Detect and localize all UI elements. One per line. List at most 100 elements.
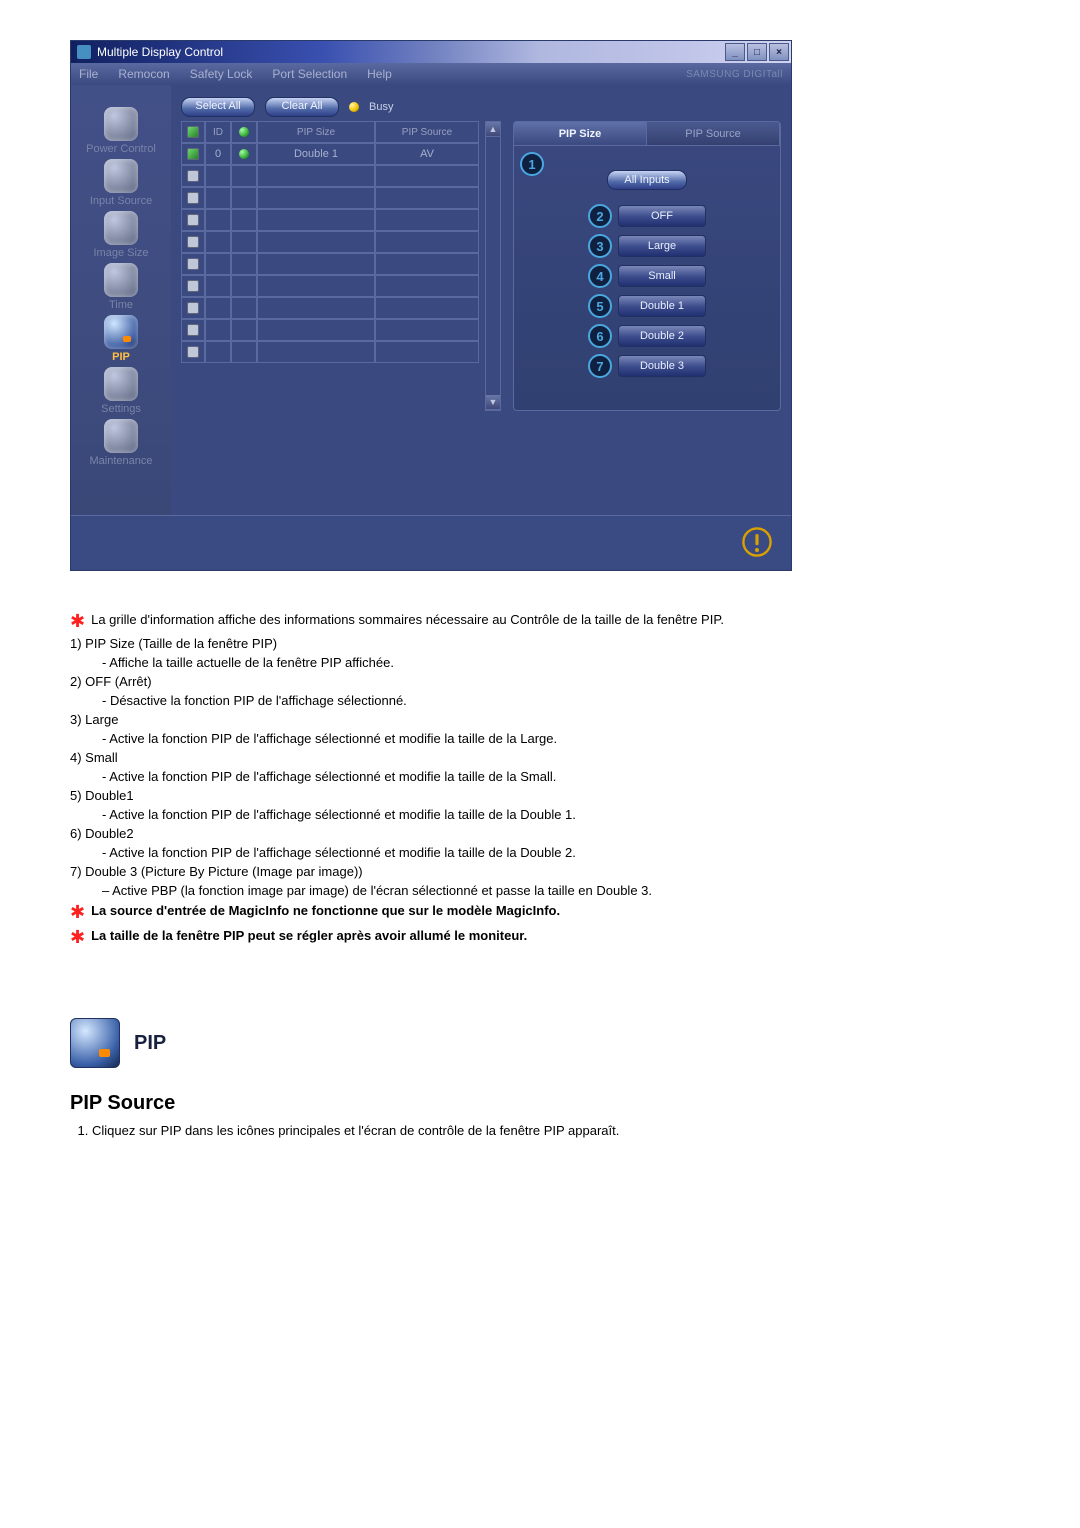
checkbox-icon[interactable] (187, 302, 199, 314)
main-area: Select All Clear All Busy ID PIP Size PI… (171, 85, 791, 515)
table-row[interactable] (181, 297, 479, 319)
sidebar-item-pip[interactable]: PIP (71, 315, 171, 363)
table-row[interactable] (181, 275, 479, 297)
sidebar-item-input-source[interactable]: Input Source (71, 159, 171, 207)
item-desc: - Active la fonction PIP de l'affichage … (102, 731, 900, 746)
pip-large-button[interactable]: Large (618, 235, 706, 257)
checkbox-icon[interactable] (187, 192, 199, 204)
window-title: Multiple Display Control (97, 45, 223, 59)
pip-double1-button[interactable]: Double 1 (618, 295, 706, 317)
checkbox-icon[interactable] (187, 170, 199, 182)
brand-text: SAMSUNG DIGITall (686, 69, 783, 80)
busy-label: Busy (369, 101, 393, 113)
menubar: File Remocon Safety Lock Port Selection … (71, 63, 791, 85)
sidebar-item-settings[interactable]: Settings (71, 367, 171, 415)
item-desc: - Désactive la fonction PIP de l'afficha… (102, 693, 900, 708)
pip-source-heading: PIP Source (70, 1092, 900, 1115)
grid-header-select[interactable] (181, 121, 205, 143)
sidebar-item-power-control[interactable]: Power Control (71, 107, 171, 155)
checkbox-icon[interactable] (187, 346, 199, 358)
all-inputs-button[interactable]: All Inputs (607, 170, 687, 190)
item-desc: – Active PBP (la fonction image par imag… (102, 883, 900, 898)
item-desc: - Affiche la taille actuelle de la fenêt… (102, 655, 900, 670)
checkbox-icon[interactable] (187, 258, 199, 270)
menu-safety-lock[interactable]: Safety Lock (180, 67, 263, 81)
status-icon (239, 149, 249, 159)
menu-help[interactable]: Help (357, 67, 402, 81)
pip-section-title: PIP (134, 1032, 166, 1055)
table-row[interactable] (181, 165, 479, 187)
item-head: 5) Double1 (70, 788, 900, 803)
sidebar-item-label: Maintenance (71, 455, 171, 467)
tab-pip-size[interactable]: PIP Size (514, 122, 647, 146)
pip-section-icon (70, 1018, 120, 1068)
checkbox-icon[interactable] (187, 280, 199, 292)
busy-indicator-icon (349, 102, 359, 112)
star-icon: ✱ (70, 611, 85, 631)
item-desc: - Active la fonction PIP de l'affichage … (102, 845, 900, 860)
table-row[interactable] (181, 253, 479, 275)
item-head: 1) PIP Size (Taille de la fenêtre PIP) (70, 636, 900, 651)
menu-remocon[interactable]: Remocon (108, 67, 179, 81)
checkbox-icon (187, 126, 199, 138)
sidebar-item-label: PIP (71, 351, 171, 363)
scroll-down-icon[interactable]: ▼ (486, 395, 500, 410)
pip-options-panel: 1 PIP Size PIP Source All Inputs 2OFF 3L… (513, 121, 781, 411)
grid-header-pip-size: PIP Size (257, 121, 375, 143)
close-button[interactable]: × (769, 43, 789, 61)
clear-all-button[interactable]: Clear All (265, 97, 339, 117)
cell-pip-source: AV (375, 143, 479, 165)
sidebar-item-maintenance[interactable]: Maintenance (71, 419, 171, 467)
grid-header-status (231, 121, 257, 143)
status-bar (71, 515, 791, 570)
star-icon: ✱ (70, 927, 85, 947)
table-row[interactable] (181, 341, 479, 363)
item-head: 6) Double2 (70, 826, 900, 841)
table-row[interactable] (181, 319, 479, 341)
table-row[interactable] (181, 231, 479, 253)
info-icon (741, 526, 773, 558)
table-row[interactable]: 0 Double 1 AV (181, 143, 479, 165)
scroll-up-icon[interactable]: ▲ (486, 122, 500, 137)
sidebar: Power Control Input Source Image Size Ti… (71, 85, 171, 515)
sidebar-item-time[interactable]: Time (71, 263, 171, 311)
pip-off-button[interactable]: OFF (618, 205, 706, 227)
maximize-button[interactable]: □ (747, 43, 767, 61)
cell-id: 0 (205, 143, 231, 165)
tab-pip-source[interactable]: PIP Source (647, 122, 780, 146)
checkbox-icon[interactable] (187, 214, 199, 226)
power-icon (104, 107, 138, 141)
document-body: ✱La grille d'information affiche des inf… (70, 611, 900, 1138)
sidebar-item-label: Time (71, 299, 171, 311)
pip-double3-button[interactable]: Double 3 (618, 355, 706, 377)
table-row[interactable] (181, 187, 479, 209)
note-window-size: La taille de la fenêtre PIP peut se régl… (91, 928, 527, 943)
table-row[interactable] (181, 209, 479, 231)
checkbox-icon[interactable] (187, 236, 199, 248)
pip-small-button[interactable]: Small (618, 265, 706, 287)
note-magicinfo: La source d'entrée de MagicInfo ne fonct… (91, 903, 560, 918)
vertical-scrollbar[interactable]: ▲ ▼ (485, 121, 501, 411)
checkbox-icon[interactable] (187, 148, 199, 160)
pip-double2-button[interactable]: Double 2 (618, 325, 706, 347)
minimize-button[interactable]: _ (725, 43, 745, 61)
item-head: 7) Double 3 (Picture By Picture (Image p… (70, 864, 900, 879)
pip-source-step1: Cliquez sur PIP dans les icônes principa… (92, 1123, 900, 1138)
menu-file[interactable]: File (79, 67, 108, 81)
cell-pip-size: Double 1 (257, 143, 375, 165)
settings-icon (104, 367, 138, 401)
checkbox-icon[interactable] (187, 324, 199, 336)
image-size-icon (104, 211, 138, 245)
callout-6-badge: 6 (588, 324, 612, 348)
scroll-track[interactable] (486, 137, 500, 395)
grid-header-pip-source: PIP Source (375, 121, 479, 143)
sidebar-item-image-size[interactable]: Image Size (71, 211, 171, 259)
menu-port-selection[interactable]: Port Selection (262, 67, 357, 81)
input-source-icon (104, 159, 138, 193)
item-head: 3) Large (70, 712, 900, 727)
select-all-button[interactable]: Select All (181, 97, 255, 117)
app-window: Multiple Display Control _ □ × File Remo… (70, 40, 792, 571)
sidebar-item-label: Settings (71, 403, 171, 415)
app-icon (77, 45, 91, 59)
callout-3-badge: 3 (588, 234, 612, 258)
